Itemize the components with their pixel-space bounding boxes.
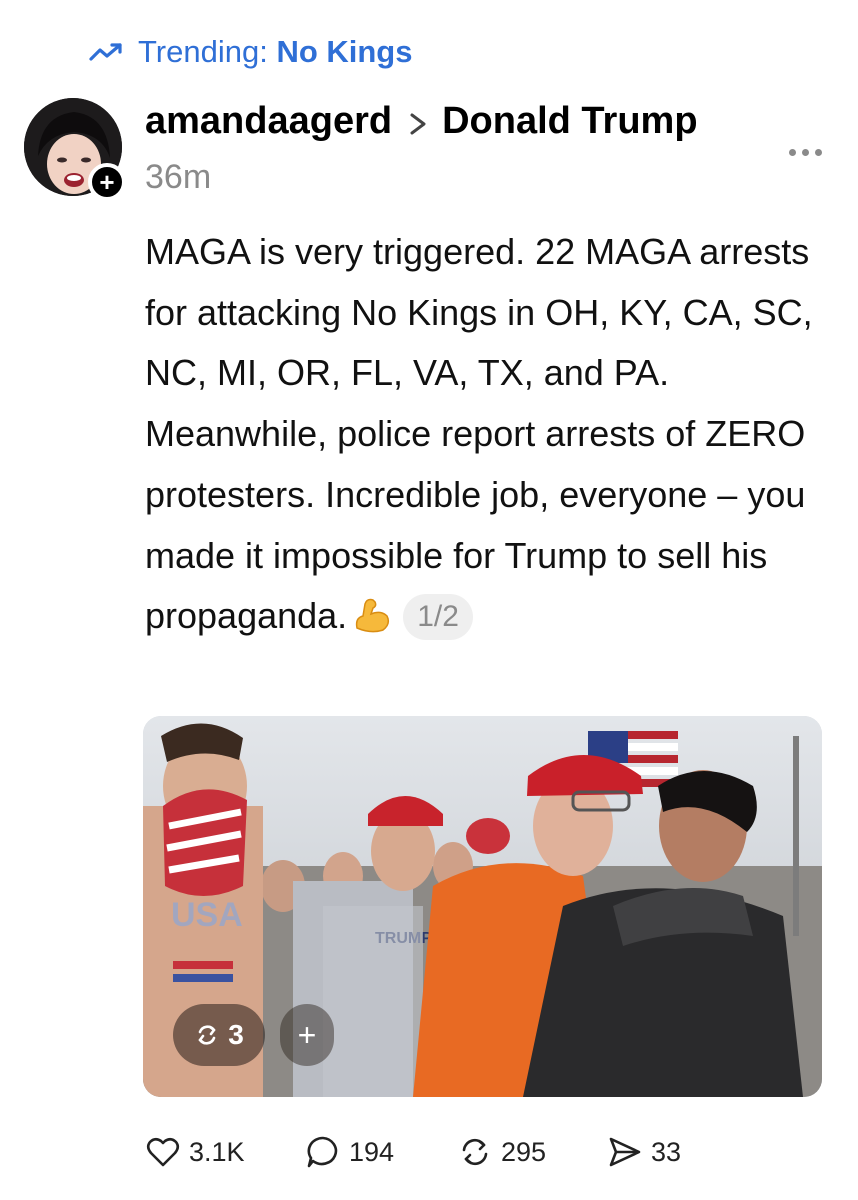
repost-icon — [462, 1138, 488, 1166]
trending-up-icon — [89, 43, 122, 61]
community-name[interactable]: Donald Trump — [442, 100, 697, 143]
repost-count: 295 — [501, 1136, 547, 1167]
trending-label: Trending: No Kings — [138, 34, 413, 70]
image-add-button[interactable]: + — [280, 1004, 334, 1066]
post-text: MAGA is very triggered. 22 MAGA arrests … — [145, 231, 813, 637]
more-options-icon[interactable] — [780, 140, 830, 164]
like-button[interactable]: 3.1K — [145, 1134, 305, 1170]
follow-plus-button[interactable]: + — [88, 163, 126, 201]
flexed-biceps-emoji — [351, 592, 393, 633]
image-repost-button[interactable]: 3 — [173, 1004, 265, 1066]
image-repost-count: 3 — [228, 1019, 244, 1050]
post-header: amandaagerd Donald Trump — [145, 97, 698, 145]
share-count: 33 — [651, 1136, 682, 1167]
heart-icon — [146, 1137, 180, 1167]
chevron-right-icon — [402, 106, 436, 136]
share-button[interactable]: 33 — [607, 1134, 681, 1170]
page-indicator: 1/2 — [403, 594, 473, 641]
repost-icon — [198, 1025, 216, 1045]
trending-bar[interactable]: Trending: No Kings — [88, 30, 413, 74]
author-name[interactable]: amandaagerd — [145, 100, 392, 143]
like-count: 3.1K — [189, 1136, 245, 1167]
action-bar: 3.1K 194 295 33 — [145, 1128, 681, 1176]
repost-button[interactable]: 295 — [457, 1134, 607, 1170]
comment-icon — [307, 1136, 338, 1168]
chest-text: USA — [171, 896, 243, 934]
reply-button[interactable]: 194 — [305, 1134, 457, 1170]
trending-prefix: Trending: — [138, 34, 268, 69]
send-icon — [609, 1137, 641, 1167]
reply-count: 194 — [349, 1136, 395, 1167]
trending-topic[interactable]: No Kings — [276, 34, 412, 69]
post-body: MAGA is very triggered. 22 MAGA arrests … — [145, 222, 840, 647]
post-timestamp: 36m — [145, 158, 212, 196]
